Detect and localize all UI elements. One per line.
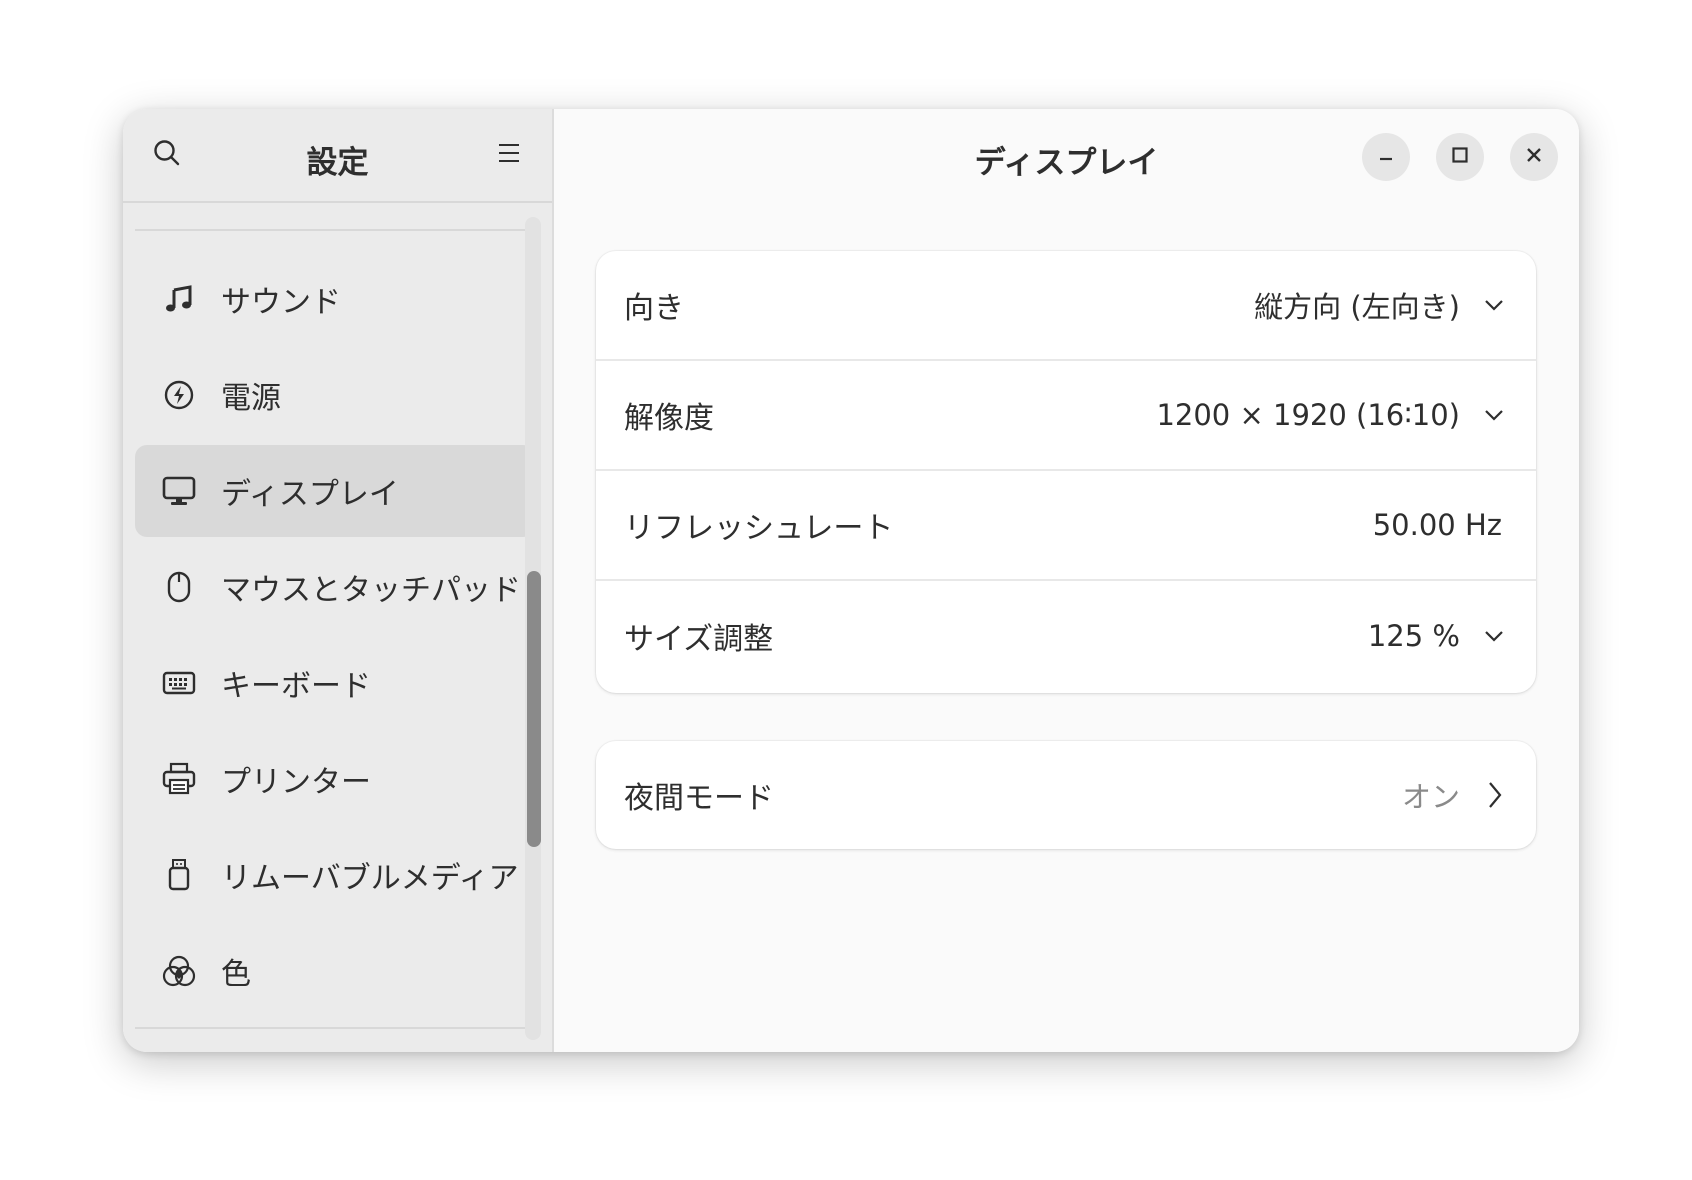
sidebar-item-power[interactable]: 電源 <box>135 349 532 441</box>
orientation-label: 向き <box>624 291 684 326</box>
close-button[interactable] <box>1510 133 1558 181</box>
maximize-icon <box>1450 145 1470 169</box>
sidebar-item-label: サウンド <box>221 285 341 320</box>
resolution-value: 1200 × 1920 (16∶10) <box>1156 398 1460 432</box>
refresh-rate-label: リフレッシュレート <box>624 511 894 546</box>
color-icon <box>161 953 197 989</box>
main-content: ディスプレイ 向き 縦方向 (左向き) 解像度 1200 × 1920 (16∶… <box>554 109 1579 1052</box>
mouse-icon <box>161 569 197 605</box>
chevron-down-icon <box>1482 624 1506 648</box>
sidebar: 設定 サウンド 電源 ディスプレイ マウスとタッチパッド キーボード プリンター… <box>123 109 554 1052</box>
display-settings-card: 向き 縦方向 (左向き) 解像度 1200 × 1920 (16∶10) リフレ… <box>596 251 1536 693</box>
power-icon <box>161 377 197 413</box>
sidebar-item-mouse-touchpad[interactable]: マウスとタッチパッド <box>135 541 532 633</box>
chevron-down-icon <box>1482 403 1506 427</box>
sidebar-header: 設定 <box>123 109 552 203</box>
sidebar-item-color[interactable]: 色 <box>135 925 532 1017</box>
night-mode-card: 夜間モード オン <box>596 741 1536 849</box>
chevron-right-icon <box>1482 782 1506 808</box>
page-title: ディスプレイ <box>974 145 1159 181</box>
night-mode-label: 夜間モード <box>624 781 774 816</box>
night-mode-status: オン <box>1401 780 1460 814</box>
resolution-row[interactable]: 解像度 1200 × 1920 (16∶10) <box>596 361 1536 471</box>
sidebar-scrollbar-thumb[interactable] <box>527 571 541 847</box>
printer-icon <box>161 761 197 797</box>
close-icon <box>1524 145 1544 169</box>
settings-window: 設定 サウンド 電源 ディスプレイ マウスとタッチパッド キーボード プリンター… <box>123 109 1579 1052</box>
scale-row[interactable]: サイズ調整 125 % <box>596 581 1536 691</box>
sidebar-item-removable-media[interactable]: リムーバブルメディア <box>135 829 532 921</box>
refresh-rate-row: リフレッシュレート 50.00 Hz <box>596 471 1536 581</box>
hamburger-menu-icon <box>497 142 521 168</box>
maximize-button[interactable] <box>1436 133 1484 181</box>
orientation-value: 縦方向 (左向き) <box>1254 290 1460 324</box>
monitor-icon <box>161 473 197 509</box>
orientation-row[interactable]: 向き 縦方向 (左向き) <box>596 251 1536 361</box>
minimize-icon <box>1376 145 1396 169</box>
sidebar-item-label: リムーバブルメディア <box>221 861 519 896</box>
sidebar-item-label: マウスとタッチパッド <box>221 573 521 608</box>
sidebar-item-label: キーボード <box>221 669 371 704</box>
sidebar-item-display[interactable]: ディスプレイ <box>135 445 532 537</box>
usb-drive-icon <box>161 857 197 893</box>
scale-value: 125 % <box>1367 619 1460 653</box>
resolution-label: 解像度 <box>624 401 714 436</box>
sidebar-list: サウンド 電源 ディスプレイ マウスとタッチパッド キーボード プリンター リム… <box>135 229 532 1029</box>
refresh-rate-value: 50.00 Hz <box>1372 508 1502 542</box>
sidebar-item-label: 色 <box>221 957 251 992</box>
sidebar-item-label: プリンター <box>221 765 371 800</box>
sidebar-item-keyboard[interactable]: キーボード <box>135 637 532 729</box>
main-menu-button[interactable] <box>489 135 529 175</box>
sidebar-item-label: ディスプレイ <box>221 477 399 512</box>
chevron-down-icon <box>1482 293 1506 317</box>
sidebar-item-printers[interactable]: プリンター <box>135 733 532 825</box>
music-note-icon <box>161 281 197 317</box>
sidebar-item-label: 電源 <box>221 381 281 416</box>
night-mode-row[interactable]: 夜間モード オン <box>596 741 1536 849</box>
sidebar-title: 設定 <box>306 145 369 181</box>
sidebar-item-sound[interactable]: サウンド <box>135 253 532 345</box>
minimize-button[interactable] <box>1362 133 1410 181</box>
scale-label: サイズ調整 <box>624 622 774 657</box>
keyboard-icon <box>161 665 197 701</box>
